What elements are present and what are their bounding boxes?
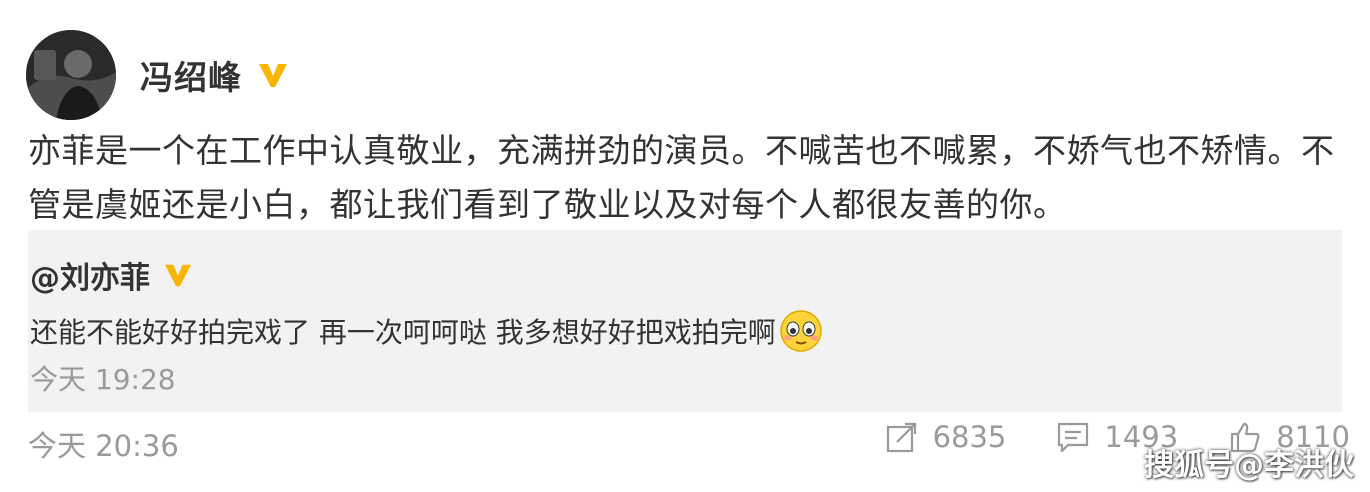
comment-icon — [1056, 420, 1090, 454]
post-time[interactable]: 今天 20:36 — [28, 423, 179, 465]
repost-author[interactable]: @刘亦菲 — [30, 253, 150, 297]
weibo-post: 冯绍峰 亦菲是一个在工作中认真敬业，充满拼劲的演员。不喊苦也不喊累，不娇气也不矫… — [0, 0, 1370, 492]
shy-face-emoji-icon — [778, 308, 824, 354]
avatar-photo — [26, 30, 116, 120]
repost-box[interactable]: @刘亦菲 还能不能好好拍完戏了 再一次呵呵哒 我多想好好把戏拍完啊 今天 19:… — [28, 230, 1342, 412]
author-name[interactable]: 冯绍峰 — [140, 51, 242, 99]
verified-v-icon — [256, 60, 290, 90]
repost-text: 还能不能好好拍完戏了 再一次呵呵哒 我多想好好把戏拍完啊 — [30, 316, 776, 349]
watermark: 搜狐号@李洪伙 — [1144, 448, 1354, 483]
repost-button[interactable]: 6835 — [885, 420, 1007, 454]
author-row: 冯绍峰 — [140, 50, 290, 100]
verified-v-icon — [162, 261, 194, 289]
avatar[interactable] — [26, 30, 116, 120]
repost-author-row: @刘亦菲 — [30, 252, 194, 298]
repost-text-row: 还能不能好好拍完戏了 再一次呵呵哒 我多想好好把戏拍完啊 — [30, 308, 824, 354]
repost-time[interactable]: 今天 19:28 — [30, 358, 176, 398]
post-text: 亦菲是一个在工作中认真敬业，充满拼劲的演员。不喊苦也不喊累，不娇气也不矫情。不管… — [28, 131, 1335, 224]
repost-count: 6835 — [932, 420, 1007, 454]
repost-icon — [885, 420, 919, 454]
